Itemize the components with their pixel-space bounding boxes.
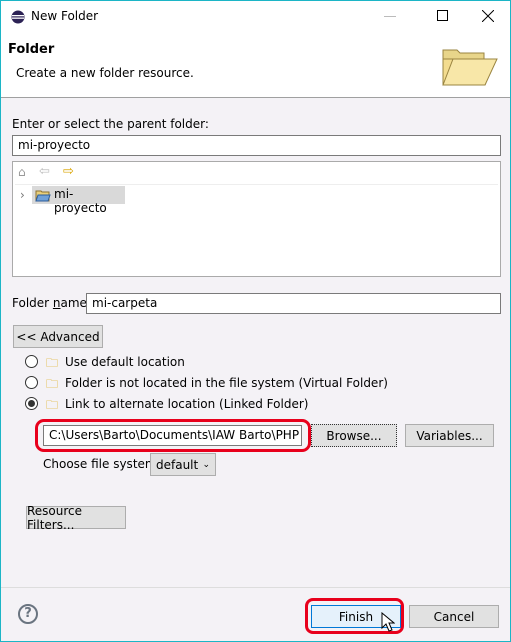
radio-default-location[interactable]: [25, 355, 38, 368]
file-system-label: Choose file system:: [43, 457, 161, 471]
back-arrow-icon[interactable]: ⇦: [39, 164, 50, 179]
folder-icon: 🗀: [46, 356, 59, 370]
cancel-button[interactable]: Cancel: [409, 605, 499, 628]
close-icon[interactable]: [482, 10, 494, 22]
minimize-button[interactable]: [384, 16, 396, 17]
expand-chevron-icon[interactable]: ›: [20, 188, 25, 202]
wizard-header: Folder Create a new folder resource.: [1, 32, 510, 98]
folder-name-label: Folder name:: [12, 296, 91, 310]
project-folder-icon: [35, 190, 51, 202]
parent-folder-input[interactable]: mi-proyecto: [12, 135, 501, 156]
advanced-button[interactable]: << Advanced: [13, 325, 103, 348]
browse-button[interactable]: Browse...: [311, 424, 397, 447]
page-title: Folder: [8, 42, 55, 57]
virtual-folder-icon: 🗀: [46, 377, 59, 391]
location-input[interactable]: C:\Users\Barto\Documents\IAW Barto\PHP: [43, 425, 302, 446]
option-virtual-folder: Folder is not located in the file system…: [65, 376, 388, 390]
radio-virtual-folder[interactable]: [25, 376, 38, 389]
file-system-value: default: [156, 457, 199, 472]
page-subtitle: Create a new folder resource.: [16, 66, 194, 80]
maximize-button[interactable]: [437, 10, 448, 21]
linked-folder-icon: 🗀: [46, 398, 59, 412]
tree-item-label: mi-proyecto: [54, 187, 107, 215]
forward-arrow-icon[interactable]: ⇨: [63, 164, 74, 179]
folder-tree[interactable]: ⌂ ⇦ ⇨ › mi-proyecto: [12, 161, 501, 277]
cursor-hand-icon: [381, 612, 395, 632]
option-default-location: Use default location: [65, 355, 185, 369]
parent-folder-label: Enter or select the parent folder:: [12, 117, 209, 131]
resource-filters-button[interactable]: Resource Filters...: [26, 504, 126, 532]
variables-button[interactable]: Variables...: [405, 424, 494, 447]
eclipse-icon: [11, 10, 25, 24]
help-icon[interactable]: ?: [18, 604, 38, 624]
home-icon[interactable]: ⌂: [18, 165, 26, 179]
new-folder-dialog: New Folder Folder Create a new folder re…: [0, 0, 511, 642]
file-system-select[interactable]: default ⌄: [150, 453, 216, 476]
window-title: New Folder: [31, 9, 99, 23]
chevron-down-icon: ⌄: [202, 459, 210, 470]
title-bar: New Folder: [1, 1, 510, 32]
option-linked-folder: Link to alternate location (Linked Folde…: [65, 397, 309, 411]
tree-item-mi-proyecto[interactable]: mi-proyecto: [32, 186, 125, 215]
radio-linked-folder[interactable]: [25, 397, 38, 410]
folder-name-input[interactable]: mi-carpeta: [86, 293, 501, 314]
folder-banner-icon: [442, 49, 498, 86]
